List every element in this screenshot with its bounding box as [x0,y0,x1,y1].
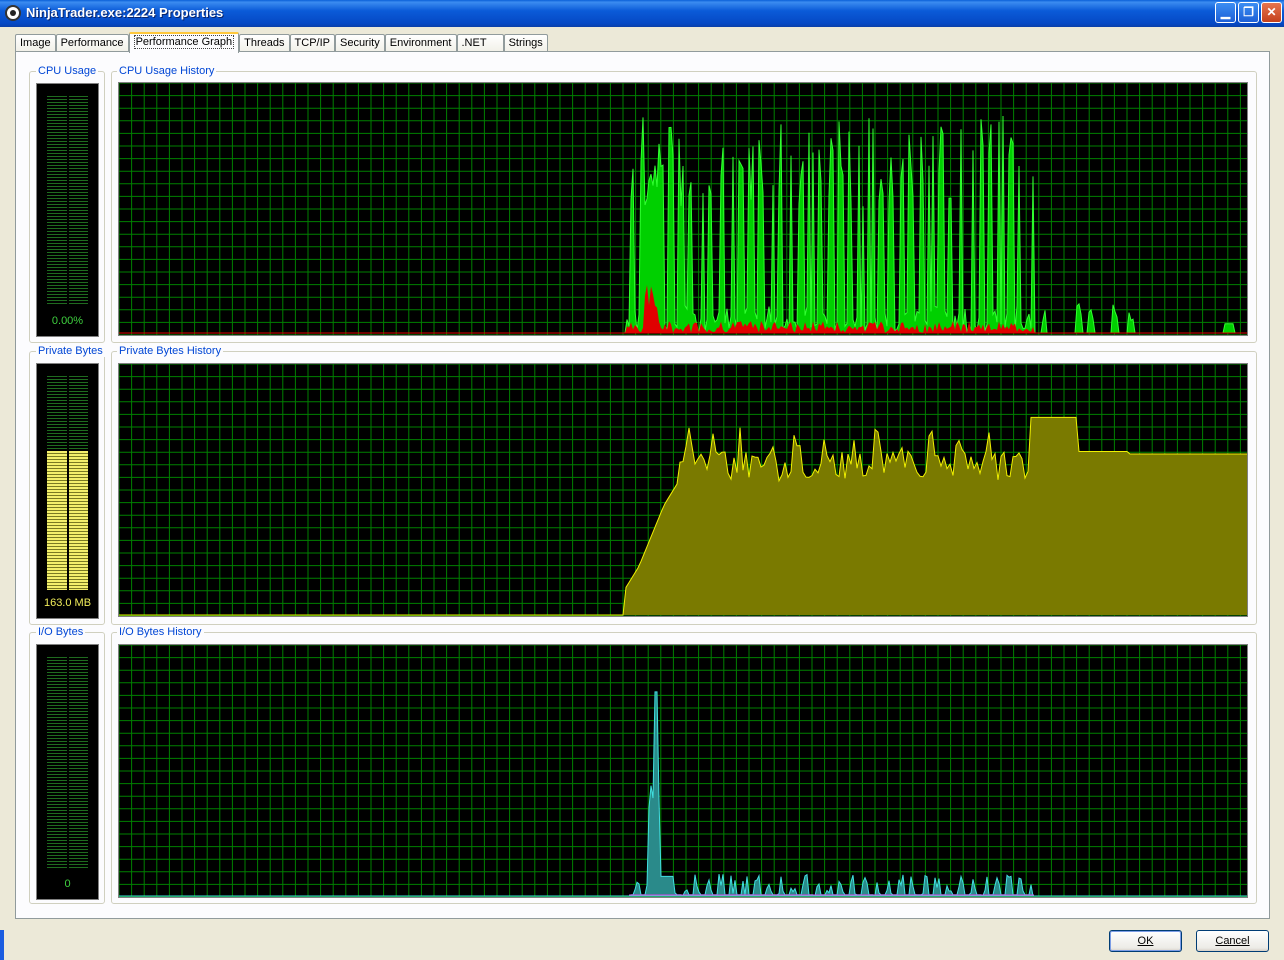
desktop-edge [0,930,4,960]
graph-svg [119,645,1247,897]
title-bar: NinjaTrader.exe:2224 Properties ▁ ❐ ✕ [0,0,1284,27]
private-bytes-meter: 163.0 MB [36,363,99,619]
io-bytes-value: 0 [64,878,71,890]
io-bytes-meter: 0 [36,644,99,900]
cpu-history-graph [118,82,1248,336]
maximize-button[interactable]: ❐ [1238,2,1259,23]
tab-performance-graph[interactable]: Performance Graph [128,32,240,53]
private-bytes-value: 163.0 MB [43,597,92,609]
cpu-total-series [119,116,1247,334]
close-button[interactable]: ✕ [1261,2,1282,23]
grid-lines [119,645,1247,897]
graph-svg [119,364,1247,616]
private-bytes-fill [47,451,88,590]
io-bytes-label: I/O Bytes [36,626,86,638]
io-read-series [119,691,1247,897]
cpu-meter: 0.00% [36,83,99,337]
tab-strip: Image Performance Performance Graph Thre… [15,32,548,53]
window-title: NinjaTrader.exe:2224 Properties [26,5,224,20]
cancel-button[interactable]: Cancel [1196,930,1269,952]
app-icon [5,5,21,21]
cpu-meter-value: 0.00% [51,315,84,327]
ok-button[interactable]: OK [1109,930,1182,952]
cpu-history-label: CPU Usage History [117,65,217,77]
private-bytes-label: Private Bytes [36,345,105,357]
private-history-graph [118,363,1248,617]
minimize-button[interactable]: ▁ [1215,2,1236,23]
io-history-label: I/O Bytes History [117,626,204,638]
performance-graph-panel: CPU Usage CPU Usage History 0.00% Privat… [15,51,1270,919]
cpu-usage-label: CPU Usage [36,65,99,77]
graph-svg [119,83,1247,335]
private-bytes-area [119,417,1247,615]
io-history-graph [118,644,1248,898]
private-history-label: Private Bytes History [117,345,224,357]
